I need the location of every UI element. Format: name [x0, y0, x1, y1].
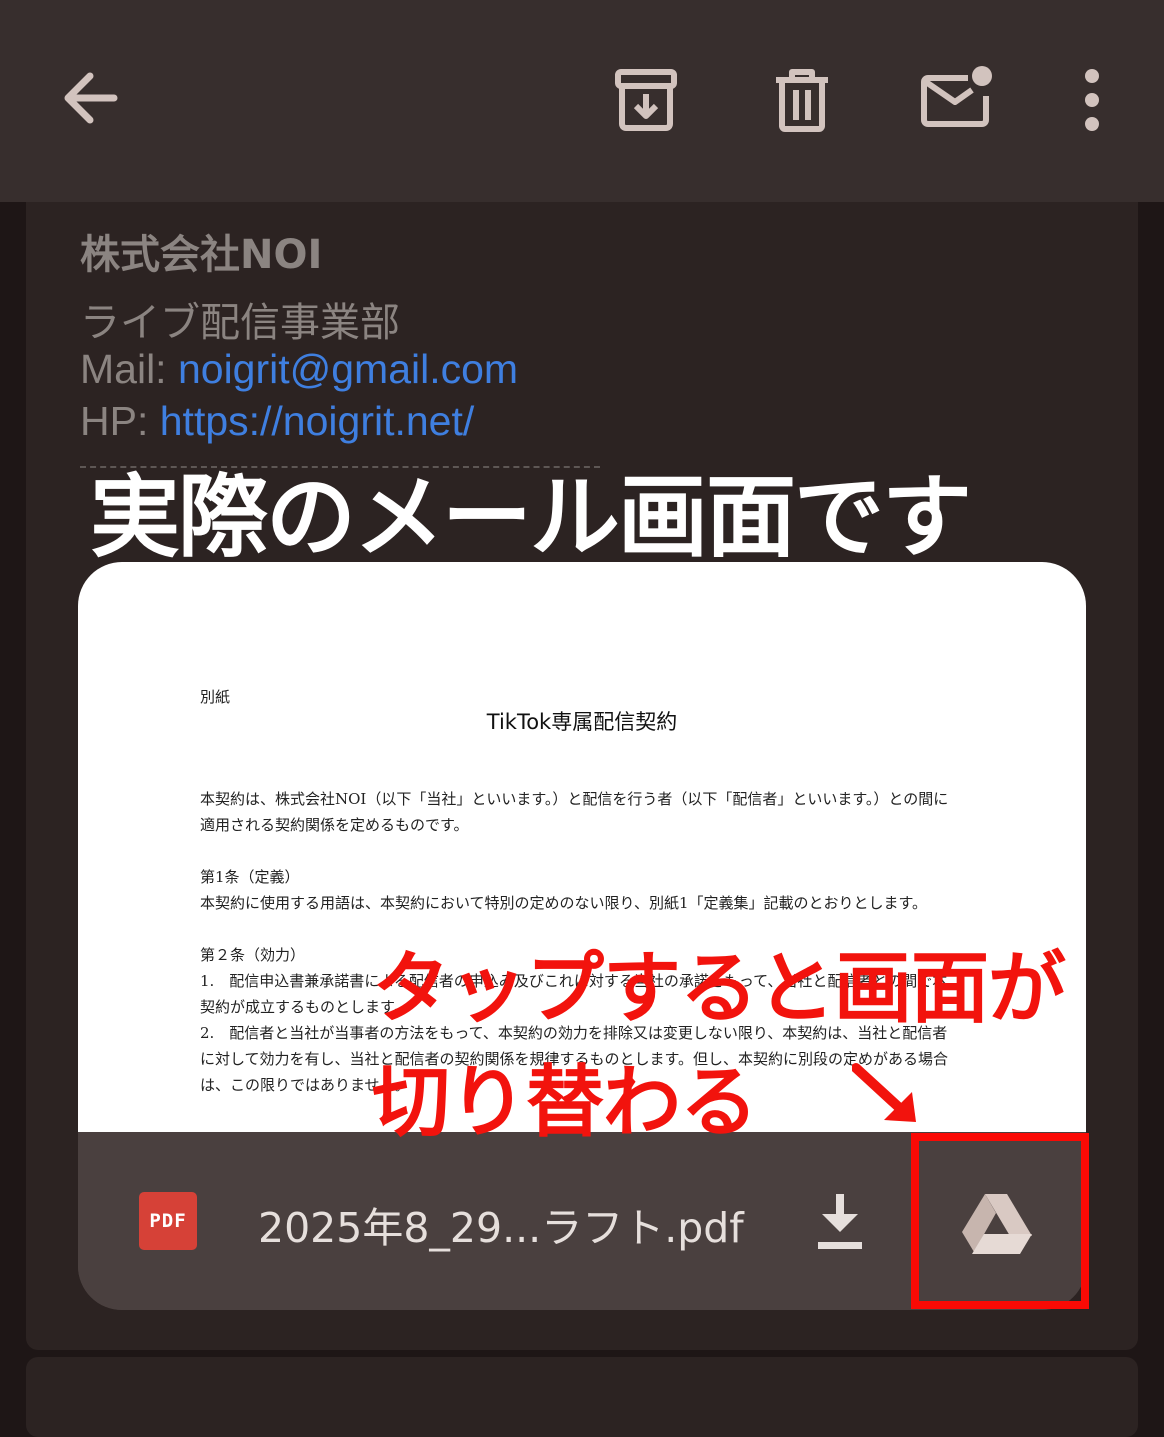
app-bar	[0, 0, 1164, 202]
signature-hp: HP: https://noigrit.net/	[80, 398, 474, 445]
download-icon[interactable]	[814, 1190, 866, 1252]
attachment-file-name[interactable]: 2025年8_29...ラフト.pdf	[258, 1194, 744, 1254]
mail-link[interactable]: noigrit@gmail.com	[178, 346, 518, 392]
pdf-file-icon: PDF	[139, 1192, 197, 1250]
mark-unread-icon[interactable]	[916, 60, 1000, 140]
signature-company: 株式会社NOI	[80, 232, 323, 278]
overlay-heading: 実際のメール画面です	[90, 465, 972, 570]
signature-department: ライブ配信事業部	[80, 300, 400, 346]
archive-icon[interactable]	[606, 60, 686, 140]
document-paragraph: 第1条（定義） 本契約に使用する用語は、本契約において特別の定めのない限り、別紙…	[200, 868, 927, 912]
mail-label: Mail:	[80, 346, 178, 392]
hp-label: HP:	[80, 398, 160, 444]
hp-link[interactable]: https://noigrit.net/	[160, 398, 475, 444]
highlight-box	[911, 1133, 1089, 1309]
arrow-back-icon[interactable]	[50, 62, 130, 134]
annotation-text-line1: タップすると画面が	[372, 944, 1066, 1034]
more-vert-icon[interactable]	[1064, 64, 1120, 136]
next-message-card	[26, 1357, 1138, 1437]
trash-icon[interactable]	[762, 60, 842, 140]
document-paragraph: 本契約は、株式会社NOI（以下「当社」といいます。）と配信を行う者（以下「配信者…	[200, 790, 949, 834]
signature-mail: Mail: noigrit@gmail.com	[80, 346, 518, 393]
document-title: TikTok専属配信契約	[486, 710, 678, 734]
document-label: 別紙	[200, 688, 231, 706]
arrow-down-right-icon	[852, 1063, 916, 1122]
annotation-text-line2: 切り替わる	[372, 1058, 758, 1148]
